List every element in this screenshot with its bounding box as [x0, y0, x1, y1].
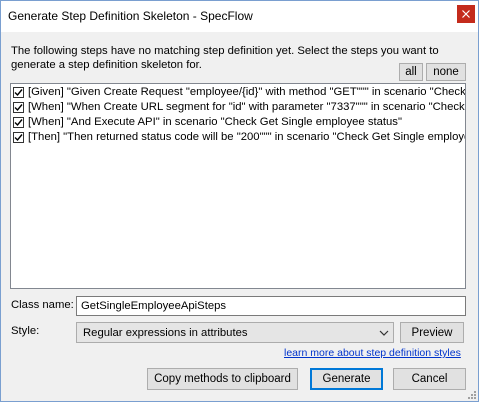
step-text: [Then] "Then returned status code will b…: [28, 131, 466, 143]
select-none-button[interactable]: none: [426, 63, 466, 81]
step-text: [When] "When Create URL segment for "id"…: [28, 101, 466, 113]
step-text: [Given] "Given Create Request "employee/…: [28, 86, 466, 98]
step-text: [When] "And Execute API" in scenario "Ch…: [28, 116, 402, 128]
checkmark-icon: [14, 118, 23, 126]
cancel-button[interactable]: Cancel: [393, 368, 466, 390]
checkmark-icon: [14, 103, 23, 111]
style-select[interactable]: Regular expressions in attributes: [76, 322, 394, 343]
resize-grip-icon[interactable]: [465, 388, 477, 400]
step-checkbox[interactable]: [13, 101, 24, 113]
style-selected-value: Regular expressions in attributes: [83, 326, 248, 339]
close-icon: [462, 10, 470, 18]
checkmark-icon: [14, 133, 23, 141]
dialog-window: Generate Step Definition Skeleton - Spec…: [0, 0, 479, 402]
step-item-when-execute[interactable]: [When] "And Execute API" in scenario "Ch…: [13, 114, 465, 130]
generate-button[interactable]: Generate: [310, 368, 383, 390]
style-label: Style:: [11, 325, 40, 337]
instructions-text: The following steps have no matching ste…: [11, 45, 439, 71]
copy-to-clipboard-button[interactable]: Copy methods to clipboard: [147, 368, 298, 390]
step-checkbox[interactable]: [13, 131, 24, 143]
step-checkbox[interactable]: [13, 116, 24, 128]
close-button[interactable]: [457, 5, 475, 23]
preview-button[interactable]: Preview: [400, 322, 464, 343]
chevron-down-icon: [379, 330, 389, 336]
step-item-when-url[interactable]: [When] "When Create URL segment for "id"…: [13, 99, 466, 115]
steps-list[interactable]: [Given] "Given Create Request "employee/…: [10, 83, 466, 289]
step-item-given[interactable]: [Given] "Given Create Request "employee/…: [13, 84, 466, 100]
select-all-button[interactable]: all: [399, 63, 423, 81]
class-name-label: Class name:: [11, 299, 74, 311]
step-checkbox[interactable]: [13, 86, 24, 98]
learn-more-link[interactable]: learn more about step definition styles: [284, 347, 461, 359]
window-title: Generate Step Definition Skeleton - Spec…: [8, 9, 253, 23]
checkmark-icon: [14, 88, 23, 96]
title-bar: Generate Step Definition Skeleton - Spec…: [1, 1, 478, 32]
step-item-then[interactable]: [Then] "Then returned status code will b…: [13, 129, 466, 145]
class-name-input[interactable]: GetSingleEmployeeApiSteps: [76, 296, 466, 316]
